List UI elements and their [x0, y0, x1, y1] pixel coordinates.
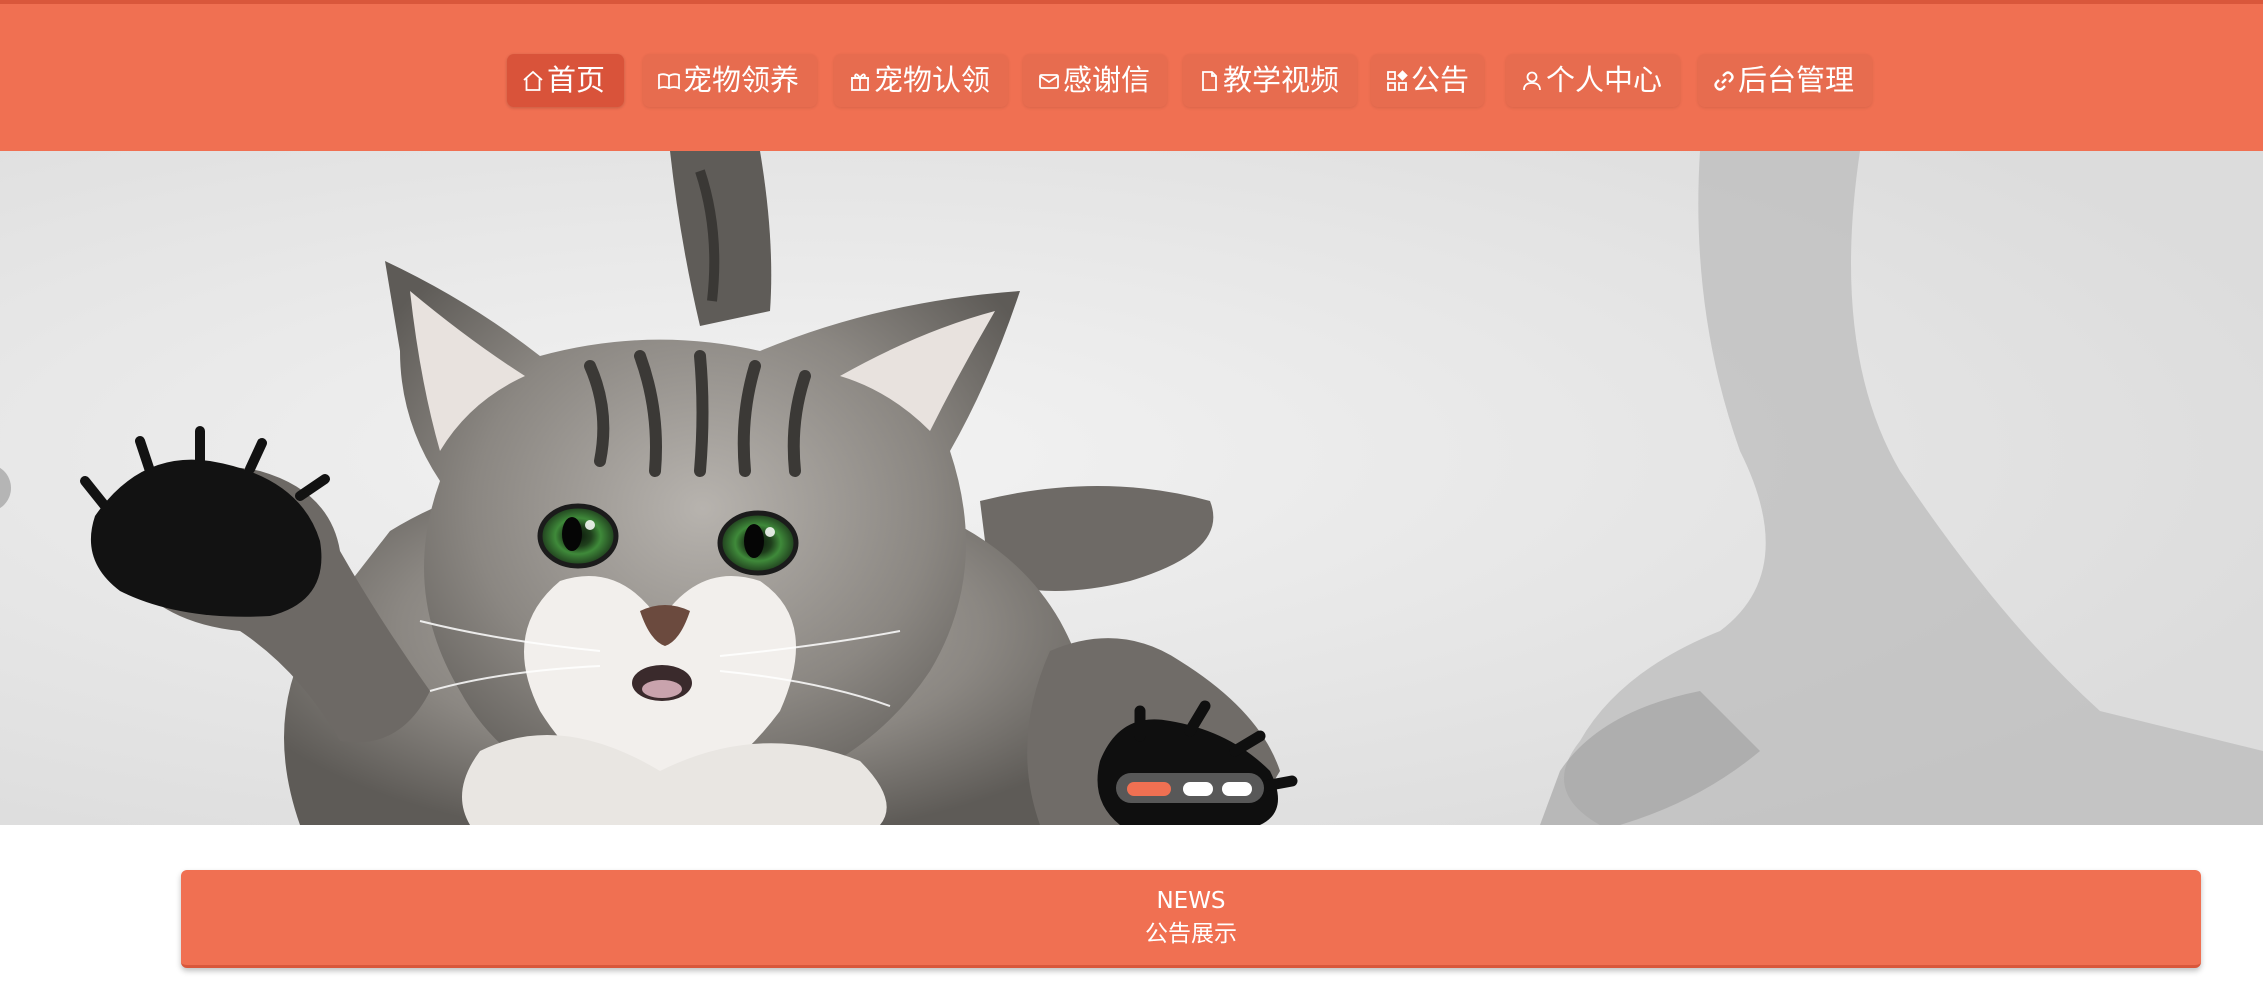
nav-item-announcements[interactable]: 公告 — [1371, 54, 1484, 107]
nav-item-label: 感谢信 — [1063, 63, 1151, 97]
carousel-dot-3[interactable] — [1222, 782, 1252, 796]
mail-icon — [1037, 69, 1061, 93]
nav-item-label: 教学视频 — [1223, 63, 1340, 97]
nav-item-label: 个人中心 — [1546, 63, 1663, 97]
carousel-dot-1[interactable] — [1127, 782, 1171, 796]
nav-item-pet-claim[interactable]: 宠物认领 — [834, 54, 1008, 107]
link-icon — [1712, 69, 1736, 93]
nav-item-label: 宠物认领 — [874, 63, 991, 97]
kitten-image — [0, 151, 2263, 825]
nav-item-tutorial-videos[interactable]: 教学视频 — [1183, 54, 1357, 107]
book-open-icon — [657, 69, 681, 93]
grid-icon — [1385, 69, 1409, 93]
nav-item-home[interactable]: 首页 — [507, 54, 624, 107]
carousel-dot-2[interactable] — [1183, 782, 1213, 796]
nav-item-label: 后台管理 — [1738, 63, 1855, 97]
carousel-indicators — [1116, 773, 1264, 803]
nav-item-admin[interactable]: 后台管理 — [1698, 54, 1872, 107]
nav-item-pet-adoption[interactable]: 宠物领养 — [643, 54, 817, 107]
nav-item-label: 首页 — [547, 63, 606, 97]
document-icon — [1197, 69, 1221, 93]
news-title-en: NEWS — [1156, 888, 1226, 914]
gift-icon — [848, 69, 872, 93]
nav-item-thank-letter[interactable]: 感谢信 — [1023, 54, 1167, 107]
hero-carousel — [0, 151, 2263, 825]
user-icon — [1520, 69, 1544, 93]
top-navbar: 首页 宠物领养 宠物认领 感谢信 教学视频 公告 个人中心 后台管理 — [0, 0, 2263, 151]
home-icon — [521, 69, 545, 93]
main-nav: 首页 宠物领养 宠物认领 感谢信 教学视频 公告 个人中心 后台管理 — [0, 54, 2263, 107]
news-title-cn: 公告展示 — [1145, 921, 1237, 947]
news-header: NEWS 公告展示 — [181, 870, 2201, 968]
nav-item-label: 宠物领养 — [683, 63, 800, 97]
nav-item-label: 公告 — [1411, 63, 1470, 97]
nav-item-personal-center[interactable]: 个人中心 — [1506, 54, 1680, 107]
